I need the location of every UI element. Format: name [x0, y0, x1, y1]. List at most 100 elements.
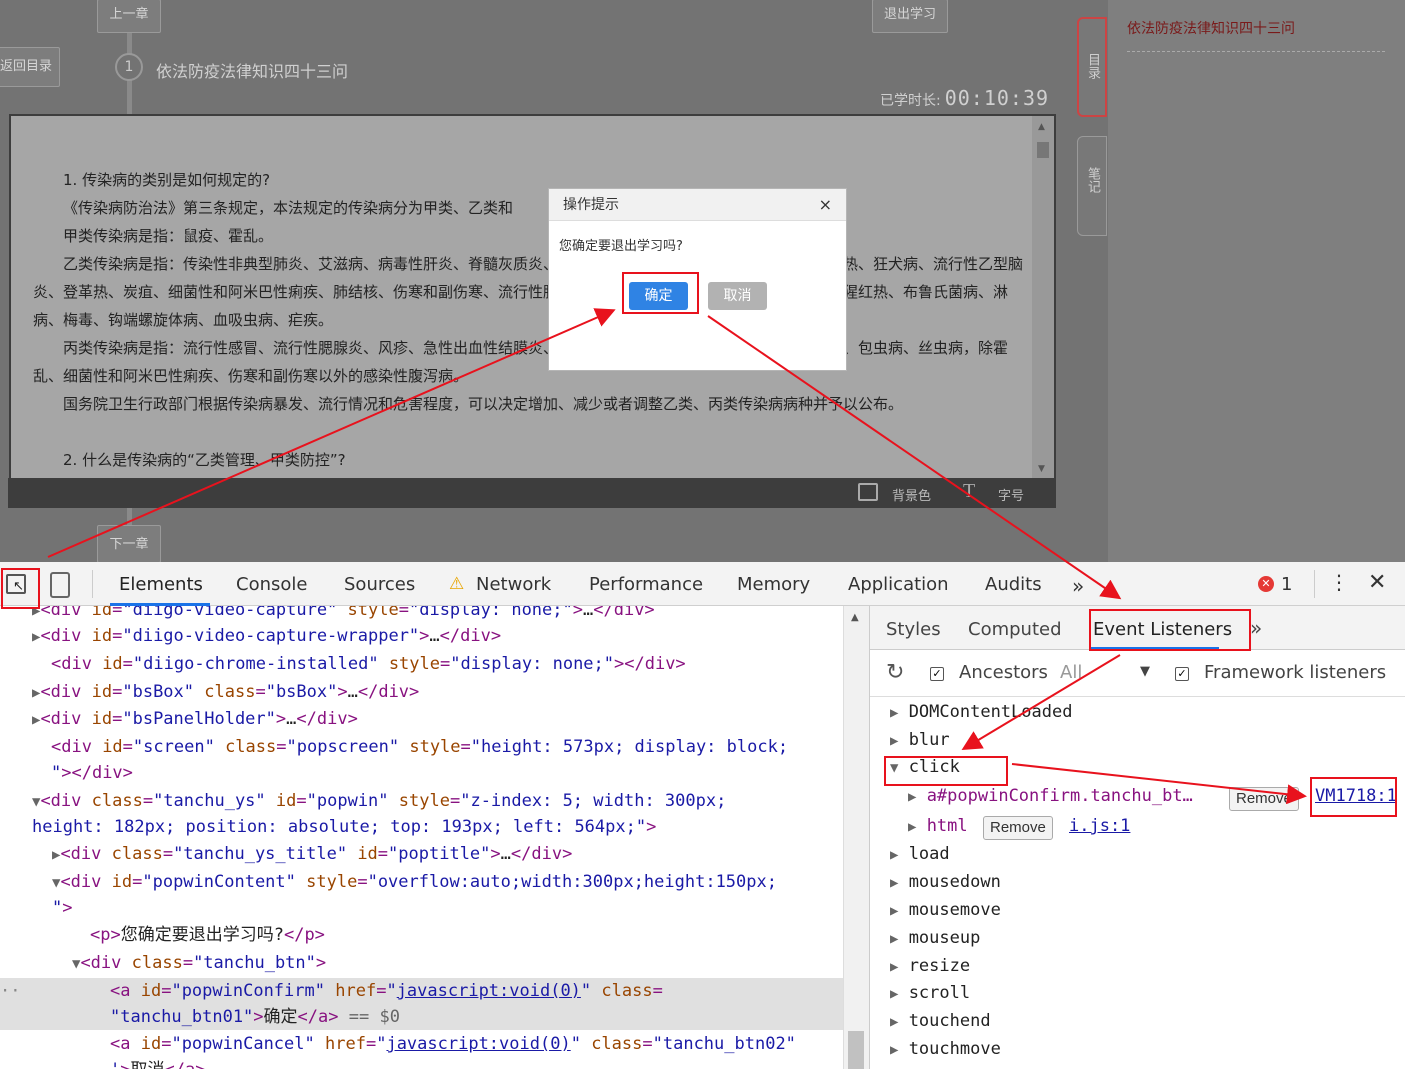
- event-item[interactable]: ▶ DOMContentLoaded: [890, 702, 1072, 722]
- scroll-thumb[interactable]: [1037, 142, 1049, 158]
- framework-checkbox[interactable]: ✓: [1175, 663, 1189, 682]
- close-icon[interactable]: ×: [819, 189, 832, 221]
- dom-node[interactable]: ▶<div id="diigo-video-capture" style="di…: [32, 606, 655, 624]
- dom-node-selected[interactable]: <a id="popwinConfirm" href="javascript:v…: [110, 978, 663, 1004]
- tab-sources[interactable]: Sources: [344, 574, 415, 595]
- side-chapter-link[interactable]: 依法防疫法律知识四十三问: [1127, 18, 1295, 38]
- tab-application[interactable]: Application: [848, 574, 949, 595]
- listener-item[interactable]: ▶ a#popwinConfirm.tanchu_bt…: [908, 786, 1193, 806]
- event-item[interactable]: ▶ mousedown: [890, 872, 1001, 892]
- more-tabs-icon[interactable]: »: [1072, 574, 1084, 598]
- tab-elements[interactable]: Elements: [119, 574, 203, 595]
- expand-icon: ▶: [890, 931, 899, 947]
- tab-performance[interactable]: Performance: [589, 574, 703, 595]
- scroll-up-icon[interactable]: ▲: [851, 612, 859, 623]
- tab-memory[interactable]: Memory: [737, 574, 810, 595]
- error-icon[interactable]: ✕: [1258, 576, 1274, 592]
- next-chapter-button[interactable]: 下一章: [97, 525, 161, 562]
- dom-node[interactable]: ▼<div class="tanchu_ys" id="popwin" styl…: [32, 788, 726, 815]
- listener-target: html: [926, 816, 968, 836]
- event-item[interactable]: ▶ load: [890, 844, 950, 864]
- paragraph: [33, 418, 1032, 446]
- tab-computed[interactable]: Computed: [968, 619, 1062, 640]
- close-devtools-icon[interactable]: ✕: [1368, 570, 1386, 595]
- event-item[interactable]: ▶ blur: [890, 730, 950, 750]
- tab-notes[interactable]: 笔记: [1077, 136, 1107, 236]
- elements-scrollbar[interactable]: ▲: [843, 606, 869, 1069]
- more-tabs-icon[interactable]: »: [1250, 616, 1262, 640]
- dom-node[interactable]: <a id="popwinCancel" href="javascript:vo…: [110, 1031, 796, 1057]
- event-item[interactable]: ▶ mousemove: [890, 900, 1001, 920]
- event-name: touchmove: [908, 1039, 1001, 1059]
- font-size-icon[interactable]: T: [963, 480, 975, 503]
- annotation-box-inspect: [1, 568, 40, 609]
- dom-node[interactable]: height: 182px; position: absolute; top: …: [32, 814, 656, 840]
- divider: [1314, 570, 1315, 598]
- dom-node[interactable]: ▼<div class="tanchu_btn">: [72, 950, 326, 977]
- event-name: mousedown: [908, 872, 1001, 892]
- divider: [92, 570, 93, 598]
- expand-icon: ▶: [890, 705, 899, 721]
- reader-toolbar: 背景色 T 字号: [8, 478, 1056, 508]
- dom-node[interactable]: ▶<div id="bsBox" class="bsBox">…</div>: [32, 679, 419, 706]
- expand-icon: ▶: [890, 847, 899, 863]
- expand-icon: ▶: [890, 875, 899, 891]
- error-count[interactable]: 1: [1281, 574, 1292, 595]
- dialog-title-bar: 操作提示 ×: [549, 189, 846, 221]
- cancel-button[interactable]: 取消: [708, 282, 767, 310]
- divider: [1127, 51, 1385, 52]
- all-filter-select[interactable]: All: [1060, 662, 1082, 683]
- tab-console[interactable]: Console: [236, 574, 307, 595]
- dom-node[interactable]: ▼<div id="popwinContent" style="overflow…: [52, 869, 777, 896]
- listener-item[interactable]: ▶ html: [908, 816, 968, 836]
- annotation-box-confirm: [622, 272, 699, 314]
- chevron-down-icon[interactable]: ▼: [1140, 664, 1150, 679]
- elements-tree[interactable]: ▶<div id="diigo-video-capture" style="di…: [0, 606, 843, 1069]
- dom-node[interactable]: <p>您确定要退出学习吗?</p>: [90, 922, 325, 948]
- content-scrollbar[interactable]: ▲ ▼: [1032, 116, 1054, 478]
- dom-node[interactable]: ">: [52, 895, 73, 921]
- event-item[interactable]: ▶ touchend: [890, 1011, 991, 1031]
- remove-listener-button[interactable]: Remove: [983, 816, 1053, 840]
- tab-network[interactable]: Network: [476, 574, 551, 595]
- kebab-menu-icon[interactable]: ⋮: [1329, 570, 1349, 594]
- scroll-thumb[interactable]: [848, 1031, 864, 1069]
- tab-audits[interactable]: Audits: [985, 574, 1042, 595]
- back-catalog-button[interactable]: 返回目录: [0, 47, 60, 87]
- background-color-button[interactable]: 背景色: [892, 485, 931, 504]
- dom-node[interactable]: ▶<div id="bsPanelHolder">…</div>: [32, 706, 358, 733]
- image-icon[interactable]: [858, 483, 878, 501]
- dom-node[interactable]: "></div>: [51, 760, 133, 786]
- paragraph: 甲类传染病是指：鼠疫、霍乱。: [63, 227, 274, 245]
- event-name: blur: [908, 730, 950, 750]
- prev-chapter-button[interactable]: 上一章: [97, 0, 161, 33]
- chapter-title[interactable]: 依法防疫法律知识四十三问: [156, 58, 348, 82]
- scroll-up-icon[interactable]: ▲: [1038, 122, 1045, 132]
- refresh-icon[interactable]: ↻: [886, 660, 904, 685]
- dom-node[interactable]: <div id="screen" class="popscreen" style…: [51, 734, 788, 760]
- dom-node-selected[interactable]: "tanchu_btn01">确定</a> == $0: [110, 1004, 400, 1030]
- dom-node[interactable]: ▶<div id="diigo-video-capture-wrapper">……: [32, 623, 501, 650]
- ancestors-checkbox[interactable]: ✓: [930, 663, 944, 682]
- font-size-button[interactable]: 字号: [998, 485, 1024, 504]
- dom-node[interactable]: '>取消</a>: [110, 1057, 205, 1069]
- article-content[interactable]: 1. 传染病的类别是如何规定的? 《传染病防治法》第三条规定，本法规定的传染病分…: [9, 114, 1056, 480]
- expand-icon: ▶: [890, 986, 899, 1002]
- paragraph: 国务院卫生行政部门根据传染病暴发、流行情况和危害程度，可以决定增加、减少或者调整…: [63, 395, 904, 413]
- dom-node[interactable]: ▶<div class="tanchu_ys_title" id="poptit…: [52, 841, 572, 868]
- styles-sidebar: Styles Computed Event Listeners » ↻ ✓ An…: [869, 606, 1405, 1069]
- event-item[interactable]: ▶ mouseup: [890, 928, 980, 948]
- remove-listener-button[interactable]: Remove: [1229, 787, 1299, 811]
- tab-catalog[interactable]: 目录: [1077, 17, 1107, 117]
- listener-source-link[interactable]: i.js:1: [1069, 816, 1130, 836]
- exit-study-button[interactable]: 退出学习: [872, 0, 948, 33]
- event-item[interactable]: ▶ scroll: [890, 983, 970, 1003]
- study-time-label: 已学时长:: [880, 93, 941, 109]
- device-toolbar-icon[interactable]: [50, 572, 70, 598]
- event-item[interactable]: ▶ resize: [890, 956, 970, 976]
- framework-label: Framework listeners: [1204, 662, 1387, 683]
- scroll-down-icon[interactable]: ▼: [1038, 464, 1045, 474]
- tab-styles[interactable]: Styles: [886, 619, 941, 640]
- dom-node[interactable]: <div id="diigo-chrome-installed" style="…: [51, 651, 686, 677]
- event-item[interactable]: ▶ touchmove: [890, 1039, 1001, 1059]
